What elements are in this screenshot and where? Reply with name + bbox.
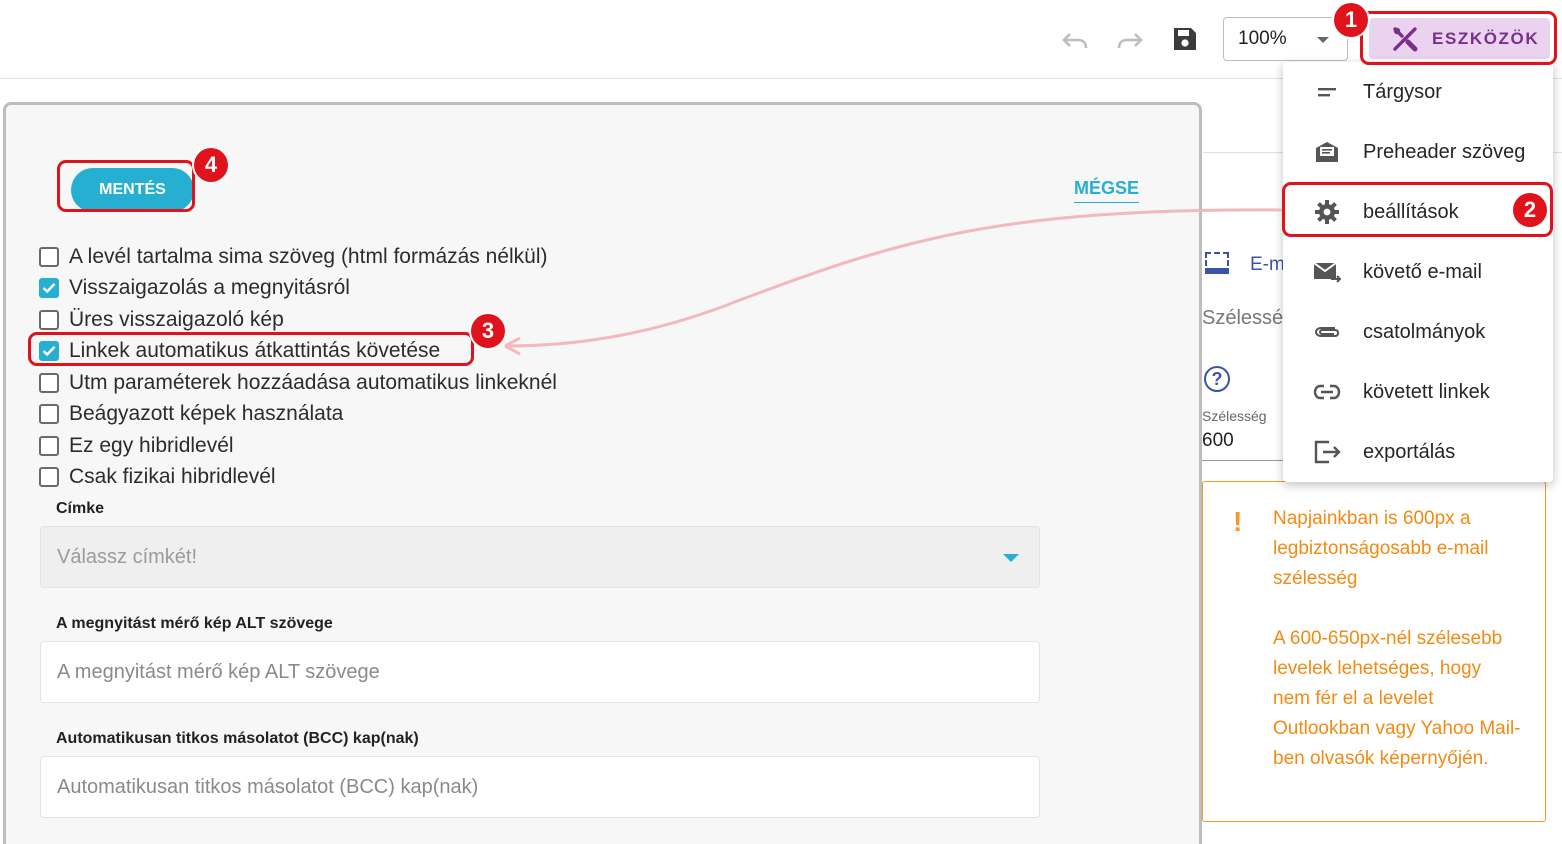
floppy-disk-icon[interactable] — [1171, 25, 1199, 53]
checkbox[interactable] — [39, 372, 59, 393]
tools-icon — [1393, 26, 1418, 51]
menu-item-label: csatolmányok — [1363, 320, 1486, 343]
save-button[interactable]: MENTÉS — [71, 168, 194, 212]
checkbox-label: Utm paraméterek hozzáadása automatikus l… — [69, 370, 557, 394]
menu-item-label: követett linkek — [1363, 380, 1490, 403]
checkbox-plain-text[interactable]: A levél tartalma sima szöveg (html formá… — [39, 241, 557, 273]
link-icon — [1313, 378, 1341, 406]
bcc-input[interactable] — [40, 756, 1040, 818]
subject-line-icon — [1313, 78, 1341, 106]
checkbox-label: A levél tartalma sima szöveg (html formá… — [69, 244, 548, 268]
follow-up-mail-icon — [1313, 258, 1341, 286]
menu-item-label: beállítások — [1363, 200, 1459, 223]
checkbox-label: Üres visszaigazoló kép — [69, 307, 284, 331]
menu-item-tracked-links[interactable]: követett linkek — [1283, 362, 1553, 422]
annotation-badge-4: 4 — [194, 148, 228, 182]
bcc-label: Automatikusan titkos másolatot (BCC) kap… — [56, 730, 419, 747]
zoom-value: 100% — [1238, 28, 1287, 49]
tag-placeholder: Válassz címkét! — [57, 545, 198, 568]
menu-item-follow-up-mail[interactable]: követő e-mail — [1283, 242, 1553, 302]
checkbox-label: Ez egy hibridlevél — [69, 433, 234, 457]
warning-text-2: A 600-650px-nél szélesebb levelek lehets… — [1273, 628, 1521, 769]
checkbox-read-receipt[interactable]: Visszaigazolás a megnyitásról — [39, 273, 557, 305]
width-small-label: Szélesség — [1202, 408, 1267, 424]
annotation-badge-1: 1 — [1334, 3, 1368, 37]
checkbox-label: Linkek automatikus átkattintás követése — [69, 339, 441, 363]
checkbox-label: Beágyazott képek használata — [69, 402, 344, 426]
checkbox-label: Csak fizikai hibridlevél — [69, 465, 276, 489]
menu-item-label: Preheader szöveg — [1363, 140, 1526, 163]
help-circle-icon[interactable]: ? — [1204, 366, 1230, 392]
checkbox[interactable] — [39, 404, 59, 425]
settings-modal: MENTÉS MÉGSE A levél tartalma sima szöve… — [3, 102, 1202, 844]
settings-checkbox-list: A levél tartalma sima szöveg (html formá… — [39, 241, 557, 493]
tools-dropdown-menu: Tárgysor Preheader szöveg beállítások kö… — [1283, 62, 1553, 482]
tools-button-label: ESZKÖZÖK — [1432, 28, 1540, 48]
gear-icon — [1313, 198, 1341, 226]
email-tab-label[interactable]: E-m — [1250, 254, 1285, 276]
checkmark-icon — [42, 283, 56, 294]
menu-item-subject[interactable]: Tárgysor — [1283, 62, 1553, 122]
cancel-link[interactable]: MÉGSE — [1074, 178, 1140, 203]
tag-label: Címke — [56, 500, 105, 517]
checkbox[interactable] — [39, 278, 59, 299]
alt-text-label: A megnyitást mérő kép ALT szövege — [56, 615, 333, 632]
checkbox[interactable] — [39, 341, 59, 362]
menu-item-label: követő e-mail — [1363, 260, 1482, 283]
checkbox[interactable] — [39, 467, 59, 488]
checkbox-hybrid-mail[interactable]: Ez egy hibridlevél — [39, 430, 557, 462]
export-icon — [1313, 438, 1341, 466]
alt-text-input[interactable] — [40, 641, 1040, 703]
checkbox-embedded-images[interactable]: Beágyazott képek használata — [39, 399, 557, 431]
checkbox-physical-hybrid-mail[interactable]: Csak fizikai hibridlevél — [39, 462, 557, 494]
tag-select[interactable]: Válassz címkét! — [40, 526, 1040, 588]
paperclip-icon — [1313, 318, 1341, 346]
exclamation-icon: ! — [1233, 506, 1243, 537]
width-underline — [1202, 460, 1284, 461]
width-heading: Szélessé — [1202, 307, 1284, 329]
tools-button[interactable]: ESZKÖZÖK — [1369, 18, 1550, 59]
annotation-badge-2: 2 — [1513, 193, 1547, 227]
warning-text-1: Napjainkban is 600px a legbiztonságosabb… — [1273, 508, 1489, 589]
menu-item-export[interactable]: exportálás — [1283, 422, 1553, 482]
menu-item-preheader[interactable]: Preheader szöveg — [1283, 122, 1553, 182]
checkbox[interactable] — [39, 246, 59, 267]
zoom-select[interactable]: 100% — [1223, 17, 1348, 61]
checkbox[interactable] — [39, 435, 59, 456]
checkbox[interactable] — [39, 309, 59, 330]
chevron-down-icon — [1003, 554, 1019, 562]
checkbox-utm-params[interactable]: Utm paraméterek hozzáadása automatikus l… — [39, 367, 557, 399]
annotation-badge-3: 3 — [471, 314, 505, 348]
width-warning-box: ! Napjainkban is 600px a legbiztonságosa… — [1202, 481, 1546, 822]
preheader-icon — [1313, 138, 1341, 166]
menu-item-attachments[interactable]: csatolmányok — [1283, 302, 1553, 362]
warning-text: Napjainkban is 600px a legbiztonságosabb… — [1273, 504, 1523, 774]
checkbox-label: Visszaigazolás a megnyitásról — [69, 276, 350, 300]
menu-item-label: Tárgysor — [1363, 80, 1442, 103]
checkmark-icon — [42, 346, 56, 357]
undo-icon[interactable] — [1061, 26, 1089, 54]
width-value[interactable]: 600 — [1202, 430, 1234, 452]
chevron-down-icon — [1317, 37, 1329, 43]
menu-item-label: exportálás — [1363, 440, 1456, 463]
redo-icon[interactable] — [1116, 26, 1144, 54]
email-width-icon — [1205, 252, 1229, 274]
